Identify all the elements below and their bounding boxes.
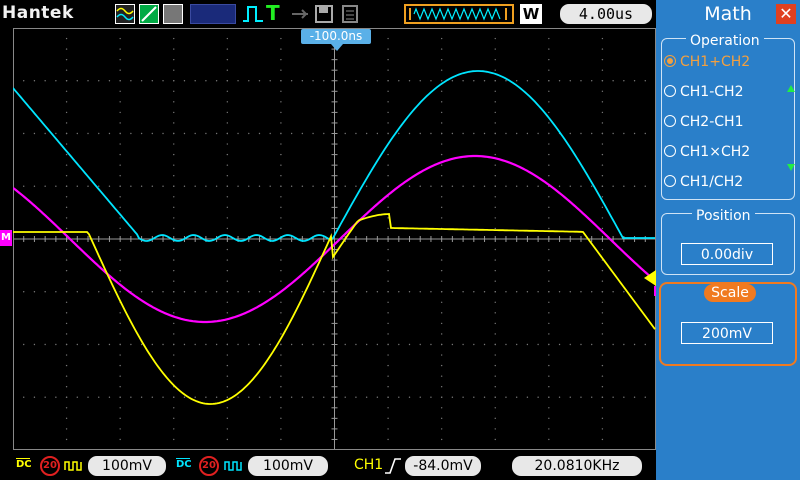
top-status-bar: Hantek T W 4.00us — [0, 0, 658, 28]
trigger-position-arrow — [331, 44, 343, 51]
operation-option-label: CH1+CH2 — [680, 54, 751, 70]
radio-icon — [664, 85, 676, 97]
operation-option-label: CH1-CH2 — [680, 84, 744, 100]
empty-status-box — [190, 4, 236, 24]
radio-icon — [664, 175, 676, 187]
pulse-icon[interactable] — [242, 4, 264, 24]
save-icon[interactable] — [314, 4, 334, 24]
radio-icon — [664, 145, 676, 157]
math-ground-marker[interactable]: M — [0, 230, 12, 246]
brand-logo: Hantek — [2, 3, 74, 23]
graticule — [12, 27, 657, 450]
ch1-coupling: DC — [16, 458, 32, 470]
operation-option[interactable]: CH2-CH1 — [664, 112, 743, 132]
timebase-value[interactable]: 4.00us — [560, 4, 652, 24]
operation-option[interactable]: CH1-CH2 — [664, 82, 743, 102]
operation-option-label: CH1×CH2 — [680, 144, 751, 160]
operation-option[interactable]: CH1+CH2 — [664, 52, 750, 72]
trigger-level[interactable]: -84.0mV — [405, 456, 481, 476]
waveform-canvas — [12, 27, 657, 450]
position-value[interactable]: 0.00div — [681, 243, 773, 265]
operation-option-label: CH2-CH1 — [680, 114, 744, 130]
rising-edge-icon — [384, 456, 402, 476]
scale-value[interactable]: 200mV — [681, 322, 773, 344]
print-icon[interactable] — [340, 4, 360, 24]
frequency-readout: 20.0810KHz — [512, 456, 642, 476]
waveform-display — [12, 27, 657, 450]
trigger-level-marker[interactable] — [644, 270, 656, 286]
ch2-scale[interactable]: 100mV — [248, 456, 328, 476]
ch1-ac-icon — [64, 458, 84, 474]
waveform-icon[interactable] — [115, 4, 135, 24]
operation-label: Operation — [686, 30, 764, 49]
radio-icon — [664, 115, 676, 127]
position-label: Position — [692, 205, 755, 224]
ch2-ac-icon — [224, 458, 244, 474]
ch2-coupling: DC — [176, 458, 192, 470]
single-icon[interactable] — [139, 4, 159, 24]
scale-label: Scale — [704, 284, 756, 302]
operation-option[interactable]: CH1×CH2 — [664, 142, 750, 162]
trigger-position-label[interactable]: -100.0ns — [301, 29, 371, 44]
scroll-down-icon[interactable] — [787, 164, 795, 171]
trigger-T-icon[interactable]: T — [266, 2, 284, 24]
ch2-bandwidth-limit: 20 — [199, 456, 219, 476]
scroll-up-icon[interactable] — [787, 85, 795, 92]
usb-icon — [290, 6, 310, 22]
persist-icon[interactable] — [163, 4, 183, 24]
close-icon[interactable]: ✕ — [776, 4, 796, 24]
math-menu-panel: Math ✕ Operation CH1+CH2 CH1-CH2 CH2-CH1 CH… — [656, 0, 800, 480]
ch1-scale[interactable]: 100mV — [88, 456, 166, 476]
ch1-bandwidth-limit: 20 — [40, 456, 60, 476]
acquisition-mode-badge[interactable]: W — [520, 4, 542, 24]
radio-icon — [664, 55, 676, 67]
memory-depth-indicator — [404, 4, 514, 24]
operation-option-label: CH1/CH2 — [680, 174, 744, 190]
trigger-source: CH1 — [354, 457, 384, 473]
operation-option[interactable]: CH1/CH2 — [664, 172, 743, 192]
